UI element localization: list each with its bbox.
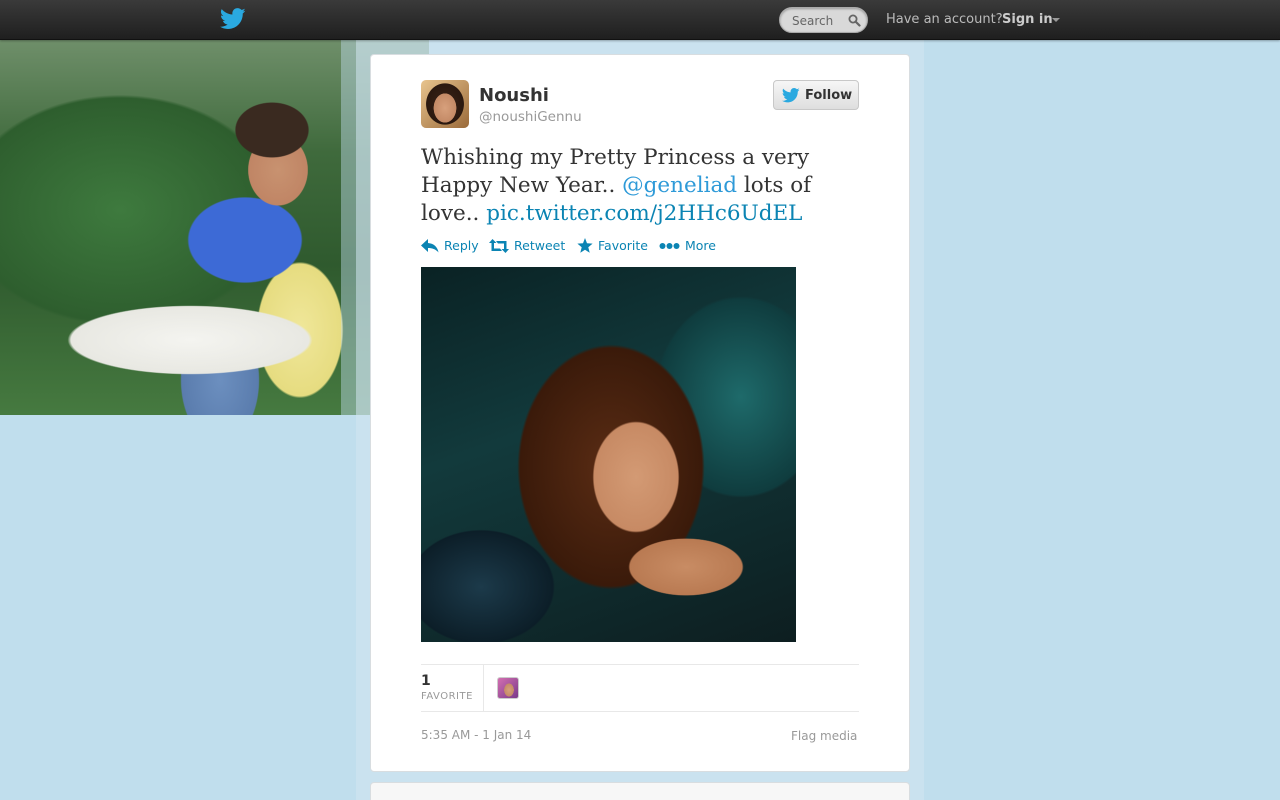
twitter-bird-icon[interactable] [220,8,246,30]
stat-divider [483,665,484,711]
chevron-down-icon[interactable] [1052,18,1060,22]
tweet-stats: 1 FAVORITE [421,664,859,712]
favorite-button[interactable]: Favorite [577,238,648,253]
favorite-label: Favorite [598,238,648,253]
retweet-label: Retweet [514,238,566,253]
follow-button-label: Follow [805,88,853,103]
favoriter-avatar[interactable] [497,677,519,699]
reply-label: Reply [444,238,479,253]
more-icon [659,242,680,249]
mention-link[interactable]: @geneliad [622,173,737,198]
twitter-bird-icon [782,88,800,103]
flag-media-link[interactable]: Flag media [791,729,857,743]
tweet-timestamp: 5:35 AM - 1 Jan 14 [421,728,532,742]
search-input[interactable] [792,13,848,29]
more-label: More [685,238,716,253]
star-icon [577,238,593,253]
favorite-count[interactable]: 1 [421,673,431,689]
author-name[interactable]: Noushi [479,85,549,106]
retweet-button[interactable]: Retweet [489,238,565,253]
tweet-actions: Reply Retweet Favorite More [421,238,861,258]
search-icon[interactable] [848,14,861,27]
retweet-icon [489,238,509,253]
author-handle[interactable]: @noushiGennu [479,109,582,125]
favorite-count-label: FAVORITE [421,691,473,702]
search-box[interactable] [779,7,868,33]
more-button[interactable]: More [659,238,716,253]
reply-card [370,782,910,800]
account-prompt: Have an account? [886,12,1003,27]
avatar[interactable] [421,80,469,128]
reply-button[interactable]: Reply [421,238,479,253]
tweet-text: Whishing my Pretty Princess a very Happy… [421,144,861,228]
reply-icon [421,238,439,252]
tweet-photo[interactable] [421,267,796,642]
pic-link[interactable]: pic.twitter.com/j2HHc6UdEL [486,201,802,226]
follow-button[interactable]: Follow [773,80,859,110]
sign-in-link[interactable]: Sign in [1002,12,1053,27]
top-navigation-bar: Have an account? Sign in [0,0,1280,40]
tweet-card: Noushi @noushiGennu Follow Whishing my P… [370,54,910,772]
